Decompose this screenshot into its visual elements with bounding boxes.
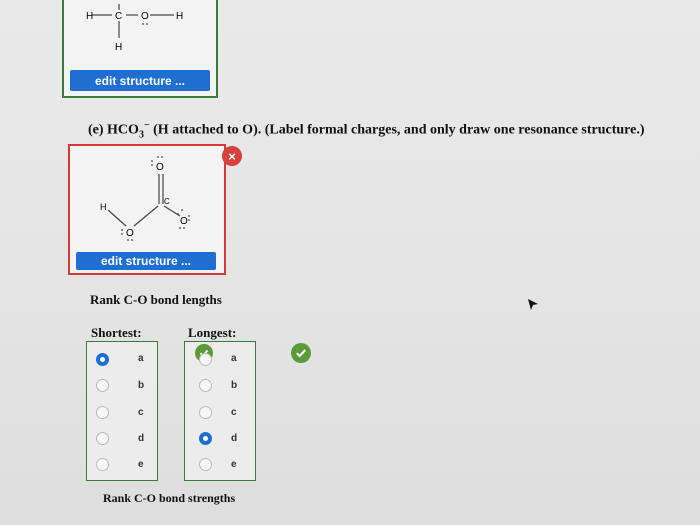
atom-h-left: H <box>86 11 93 22</box>
mouse-cursor-icon <box>527 298 539 317</box>
atom-h-bottom: H <box>115 42 122 53</box>
atom-o-left: O <box>126 228 134 239</box>
molecule-drawing-e: O C H O O <box>100 156 190 241</box>
option-label: a <box>231 353 237 364</box>
atom-c: C <box>115 11 122 22</box>
option-label: c <box>231 407 237 418</box>
longest-radio-a[interactable] <box>199 353 212 366</box>
correct-check-icon <box>291 343 311 363</box>
option-label: d <box>138 433 145 444</box>
structure-box-e: O C H O O edit structure ... <box>68 144 226 275</box>
option-label: d <box>231 433 238 444</box>
longest-radio-group: a b c d e <box>184 341 256 481</box>
longest-radio-b[interactable] <box>199 379 212 392</box>
option-label: b <box>231 380 238 391</box>
atom-h-right: H <box>176 11 183 22</box>
shortest-radio-group: a b c d e <box>86 341 158 481</box>
edit-structure-button-previous[interactable]: edit structure ... <box>70 70 210 91</box>
atom-h: H <box>100 202 107 212</box>
atom-o: O <box>141 11 149 22</box>
atom-c: C <box>164 197 170 206</box>
shortest-radio-a[interactable] <box>96 353 109 366</box>
longest-radio-d[interactable] <box>199 432 212 445</box>
edit-structure-button-e[interactable]: edit structure ... <box>76 252 216 270</box>
shortest-radio-d[interactable] <box>96 432 109 445</box>
option-label: c <box>138 407 144 418</box>
structure-box-previous: H C O H H edit structure ... <box>62 0 218 98</box>
longest-radio-e[interactable] <box>199 458 212 471</box>
incorrect-x-icon: × <box>222 146 242 166</box>
option-label: e <box>231 459 237 470</box>
atom-o-top: O <box>156 162 164 173</box>
atom-o-right: O <box>180 216 188 227</box>
shortest-radio-e[interactable] <box>96 458 109 471</box>
rank-strengths-title: Rank C-O bond strengths <box>103 491 236 505</box>
option-label: b <box>138 380 145 391</box>
longest-label: Longest: <box>188 325 237 340</box>
longest-radio-c[interactable] <box>199 406 212 419</box>
option-label: e <box>138 459 144 470</box>
option-label: a <box>138 353 144 364</box>
shortest-label: Shortest: <box>91 325 142 340</box>
question-e: (e) HCO3− (H attached to O). (Label form… <box>88 120 645 141</box>
shortest-radio-b[interactable] <box>96 379 109 392</box>
rank-lengths-title: Rank C-O bond lengths <box>90 292 222 307</box>
molecule-drawing-previous: H C O H H <box>86 4 183 53</box>
shortest-radio-c[interactable] <box>96 406 109 419</box>
